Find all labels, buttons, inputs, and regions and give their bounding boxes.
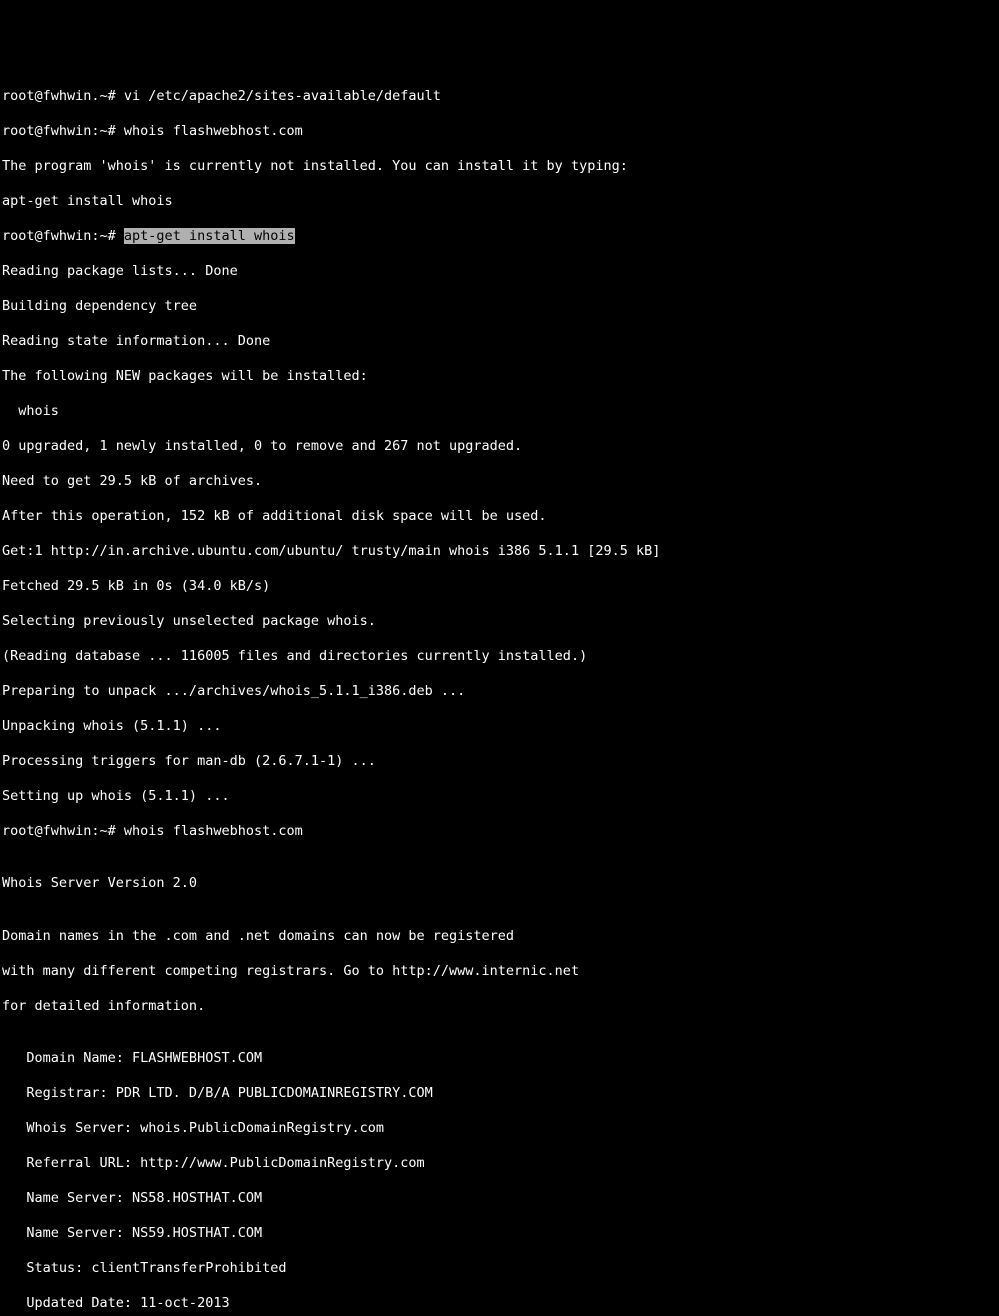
- terminal-line: Domain names in the .com and .net domain…: [2, 928, 997, 946]
- shell-prompt: root@fwhwin:~#: [2, 228, 124, 244]
- terminal-line: Reading package lists... Done: [2, 263, 997, 281]
- terminal-line: Setting up whois (5.1.1) ...: [2, 788, 997, 806]
- terminal-line: Get:1 http://in.archive.ubuntu.com/ubunt…: [2, 543, 997, 561]
- terminal-line: Reading state information... Done: [2, 333, 997, 351]
- terminal-line: Selecting previously unselected package …: [2, 613, 997, 631]
- terminal-line: Processing triggers for man-db (2.6.7.1-…: [2, 753, 997, 771]
- shell-prompt: root@fwhwin:~#: [2, 123, 124, 139]
- terminal-line: Status: clientTransferProhibited: [2, 1260, 997, 1278]
- terminal-line: Updated Date: 11-oct-2013: [2, 1295, 997, 1313]
- terminal-line: Need to get 29.5 kB of archives.: [2, 473, 997, 491]
- terminal-line: Whois Server: whois.PublicDomainRegistry…: [2, 1120, 997, 1138]
- terminal-line: Building dependency tree: [2, 298, 997, 316]
- terminal-line: root@fwhwin:~# whois flashwebhost.com: [2, 123, 997, 141]
- terminal-line: Whois Server Version 2.0: [2, 875, 997, 893]
- terminal-line: Name Server: NS59.HOSTHAT.COM: [2, 1225, 997, 1243]
- shell-prompt: root@fwhwin:~#: [2, 823, 124, 839]
- terminal-line: Registrar: PDR LTD. D/B/A PUBLICDOMAINRE…: [2, 1085, 997, 1103]
- terminal-line: root@fwhwin:~# whois flashwebhost.com: [2, 823, 997, 841]
- terminal-line: Referral URL: http://www.PublicDomainReg…: [2, 1155, 997, 1173]
- terminal-line: (Reading database ... 116005 files and d…: [2, 648, 997, 666]
- terminal-line: apt-get install whois: [2, 193, 997, 211]
- command-text: whois flashwebhost.com: [124, 823, 303, 839]
- terminal-line: Unpacking whois (5.1.1) ...: [2, 718, 997, 736]
- terminal-line: 0 upgraded, 1 newly installed, 0 to remo…: [2, 438, 997, 456]
- terminal-line: whois: [2, 403, 997, 421]
- terminal-window[interactable]: root@fwhwin.~# vi /etc/apache2/sites-ava…: [0, 70, 999, 1316]
- terminal-line: root@fwhwin:~# apt-get install whois: [2, 228, 997, 246]
- terminal-line: The following NEW packages will be insta…: [2, 368, 997, 386]
- terminal-line: Preparing to unpack .../archives/whois_5…: [2, 683, 997, 701]
- terminal-line: for detailed information.: [2, 998, 997, 1016]
- terminal-line: Domain Name: FLASHWEBHOST.COM: [2, 1050, 997, 1068]
- terminal-line: with many different competing registrars…: [2, 963, 997, 981]
- terminal-line: After this operation, 152 kB of addition…: [2, 508, 997, 526]
- terminal-line: The program 'whois' is currently not ins…: [2, 158, 997, 176]
- highlighted-command: apt-get install whois: [124, 228, 295, 244]
- terminal-line: root@fwhwin.~# vi /etc/apache2/sites-ava…: [2, 88, 997, 106]
- terminal-line: Fetched 29.5 kB in 0s (34.0 kB/s): [2, 578, 997, 596]
- terminal-line: Name Server: NS58.HOSTHAT.COM: [2, 1190, 997, 1208]
- command-text: whois flashwebhost.com: [124, 123, 303, 139]
